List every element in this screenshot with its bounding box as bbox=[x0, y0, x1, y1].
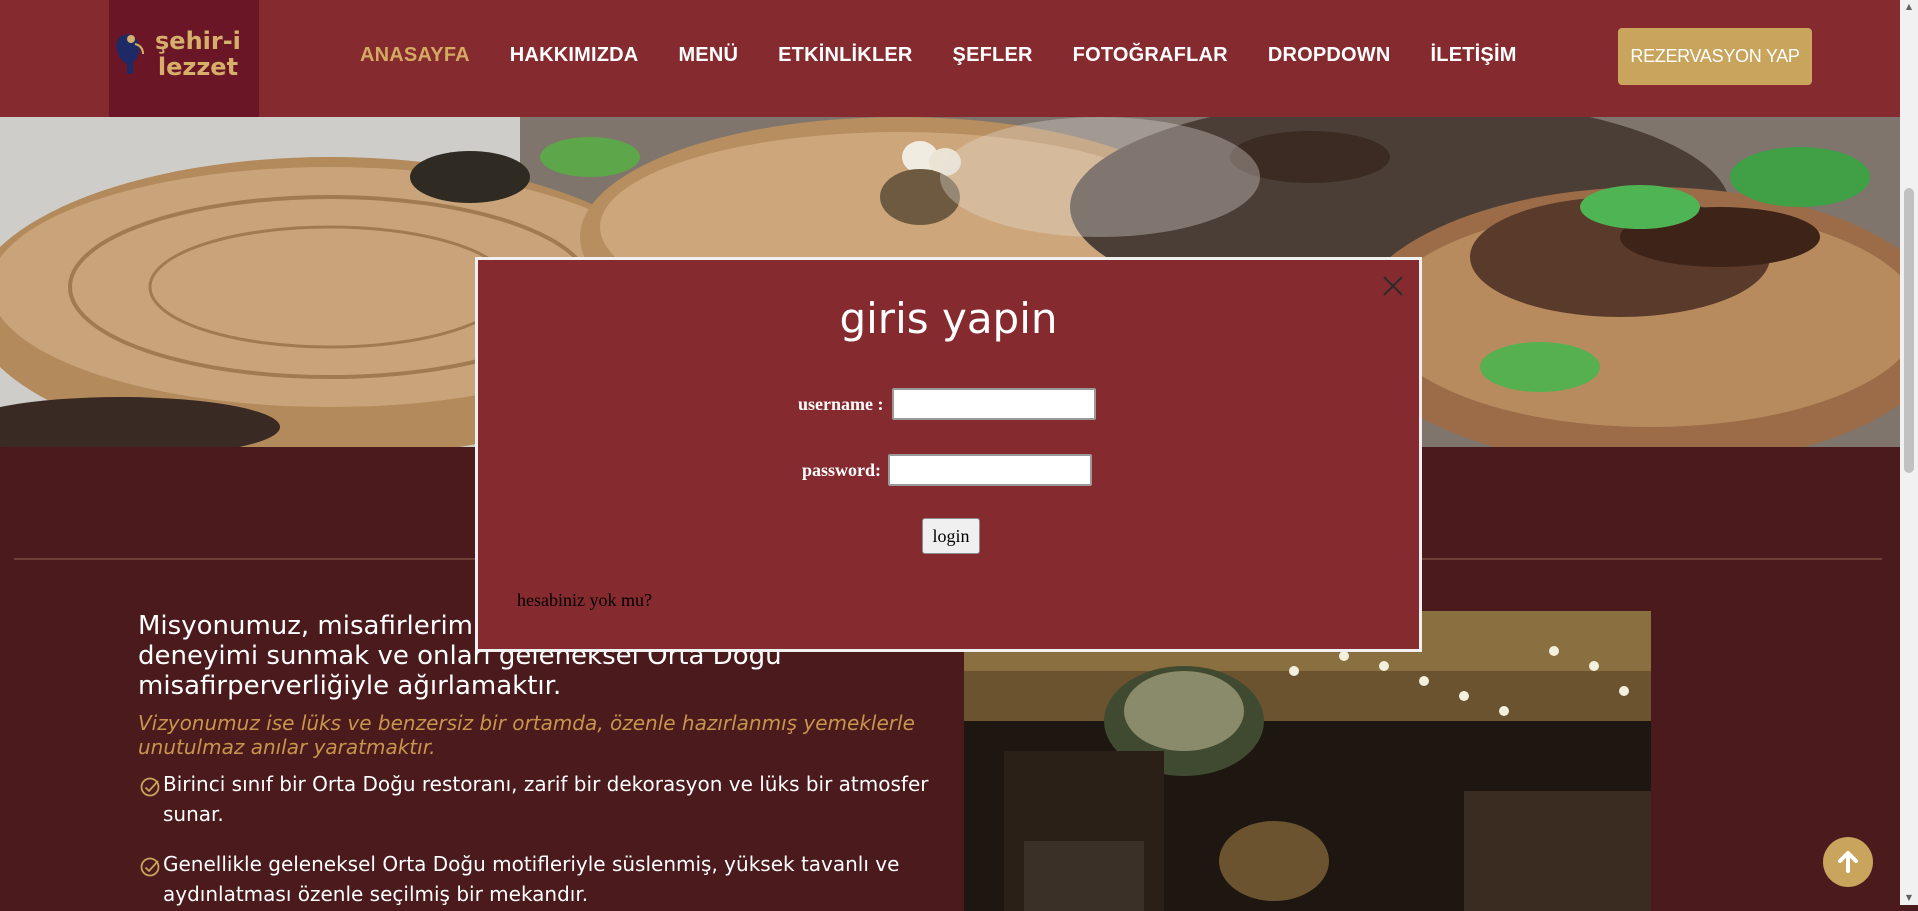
interior-illustration bbox=[964, 611, 1651, 911]
site-header: şehir-i lezzet ANASAYFA HAKKIMIZDA MENÜ … bbox=[0, 0, 1900, 117]
logo-text: şehir-i lezzet bbox=[155, 27, 241, 81]
nav-item-fotograflar[interactable]: FOTOĞRAFLAR bbox=[1073, 44, 1228, 67]
scroll-up-arrow-icon[interactable]: ▲ bbox=[1904, 2, 1914, 12]
nav-item-anasayfa[interactable]: ANASAYFA bbox=[360, 44, 470, 67]
arrow-up-icon bbox=[1838, 851, 1858, 873]
password-label: password: bbox=[802, 460, 882, 480]
list-item: Birinci sınıf bir Orta Doğu restoranı, z… bbox=[138, 769, 963, 829]
password-input[interactable] bbox=[888, 454, 1092, 486]
logo-mark-icon bbox=[116, 34, 144, 74]
page-scrollbar[interactable]: ▲ ▼ bbox=[1900, 0, 1918, 905]
vision-text: Vizyonumuz ise lüks ve benzersiz bir ort… bbox=[138, 711, 915, 759]
back-to-top-button[interactable] bbox=[1823, 837, 1873, 887]
list-item: Genellikle geleneksel Orta Doğu motifler… bbox=[138, 849, 963, 909]
nav-item-menu[interactable]: MENÜ bbox=[678, 44, 738, 67]
scroll-down-arrow-icon[interactable]: ▼ bbox=[1904, 893, 1914, 903]
nav-item-dropdown[interactable]: DROPDOWN bbox=[1268, 44, 1391, 67]
nav-item-sefler[interactable]: ŞEFLER bbox=[953, 44, 1033, 67]
reserve-button[interactable]: REZERVASYON YAP bbox=[1618, 28, 1812, 85]
modal-title: giris yapin bbox=[839, 294, 1058, 343]
scroll-thumb[interactable] bbox=[1904, 188, 1914, 473]
login-modal: giris yapin username : password: login h… bbox=[475, 257, 1422, 652]
check-circle-icon bbox=[140, 777, 160, 797]
username-label: username : bbox=[798, 394, 884, 414]
nav-item-hakkimizda[interactable]: HAKKIMIZDA bbox=[510, 44, 639, 67]
nav-item-iletisim[interactable]: İLETİŞİM bbox=[1431, 44, 1517, 67]
restaurant-interior-photo bbox=[964, 611, 1651, 911]
username-input[interactable] bbox=[892, 388, 1096, 420]
nav-item-etkinlikler[interactable]: ETKİNLİKLER bbox=[778, 44, 912, 67]
check-circle-icon bbox=[140, 857, 160, 877]
main-nav: ANASAYFA HAKKIMIZDA MENÜ ETKİNLİKLER ŞEF… bbox=[340, 0, 1537, 111]
logo[interactable]: şehir-i lezzet bbox=[109, 0, 259, 117]
login-button[interactable]: login bbox=[922, 518, 980, 554]
signup-link[interactable]: hesabiniz yok mu? bbox=[517, 590, 652, 611]
